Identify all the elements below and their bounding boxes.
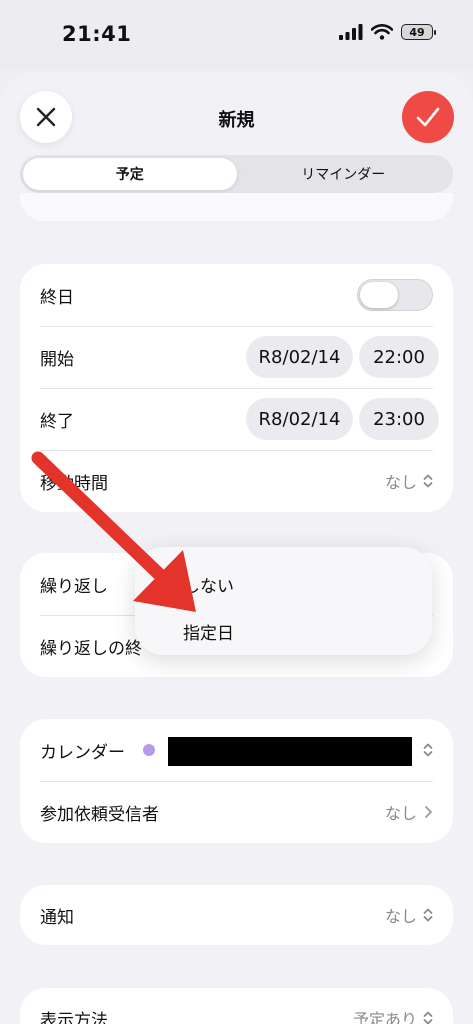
- alert-value: なし: [385, 903, 433, 927]
- redacted-calendar-name: [168, 737, 412, 766]
- allday-toggle[interactable]: [357, 279, 433, 311]
- chevron-updown-icon: [423, 474, 433, 488]
- repeat-option-specified-date[interactable]: 指定日: [183, 619, 234, 644]
- start-time-button[interactable]: 22:00: [359, 336, 439, 378]
- status-icons: 49: [339, 24, 436, 40]
- start-row: 開始 R8/02/14 22:00: [20, 326, 453, 388]
- chevron-updown-icon: [423, 908, 433, 922]
- show-as-text: 予定あり: [352, 1010, 417, 1024]
- wifi-icon: [371, 24, 393, 40]
- end-row: 終了 R8/02/14 23:00: [20, 388, 453, 450]
- alert-text: なし: [384, 907, 417, 926]
- end-label: 終了: [40, 411, 74, 432]
- tab-event[interactable]: 予定: [23, 158, 237, 190]
- chevron-right-icon: [425, 806, 432, 818]
- tab-reminder[interactable]: リマインダー: [237, 158, 451, 190]
- type-segmented-control: 予定 リマインダー: [20, 155, 453, 193]
- calendar-color-dot: [143, 744, 155, 756]
- show-as-label: 表示方法: [40, 1011, 108, 1024]
- invitees-row[interactable]: 参加依頼受信者 なし: [20, 781, 453, 843]
- travel-time-row[interactable]: 移動時間 なし: [20, 450, 453, 512]
- calendar-label: カレンダー: [40, 742, 125, 763]
- battery-icon: 49: [401, 24, 436, 40]
- alert-label: 通知: [40, 907, 74, 928]
- toggle-knob: [360, 282, 398, 308]
- done-button[interactable]: [402, 91, 454, 143]
- hidden-title-card: [20, 193, 453, 221]
- travel-time-text: なし: [384, 473, 417, 492]
- travel-time-value: なし: [385, 469, 433, 493]
- show-as-value: 予定あり: [353, 1006, 433, 1024]
- show-as-row[interactable]: 表示方法 予定あり: [20, 988, 453, 1024]
- invitees-value: なし: [385, 800, 433, 824]
- cellular-signal-icon: [339, 24, 363, 40]
- end-time-button[interactable]: 23:00: [359, 398, 439, 440]
- allday-row: 終日: [20, 264, 453, 326]
- start-label: 開始: [40, 349, 74, 370]
- alert-row[interactable]: 通知 なし: [20, 885, 453, 945]
- chevron-updown-icon: [423, 743, 433, 757]
- datetime-card: 終日 開始 R8/02/14 22:00 終了 R8/02/14 23:00 移…: [20, 264, 453, 512]
- allday-label: 終日: [40, 287, 74, 308]
- travel-time-label: 移動時間: [40, 473, 108, 494]
- alert-card: 通知 なし: [20, 885, 453, 945]
- show-as-card: 表示方法 予定あり: [20, 988, 453, 1024]
- status-bar: 21:41 49: [0, 0, 473, 70]
- invitees-label: 参加依頼受信者: [40, 804, 159, 825]
- battery-level: 49: [409, 25, 425, 39]
- start-date-button[interactable]: R8/02/14: [246, 336, 353, 378]
- repeat-popup-menu: しない 指定日: [135, 547, 432, 655]
- invitees-text: なし: [384, 804, 417, 823]
- checkmark-icon: [416, 107, 440, 127]
- end-date-button[interactable]: R8/02/14: [246, 398, 353, 440]
- chevron-updown-icon: [423, 1011, 433, 1024]
- repeat-option-never[interactable]: しない: [183, 572, 234, 597]
- status-time: 21:41: [62, 22, 132, 46]
